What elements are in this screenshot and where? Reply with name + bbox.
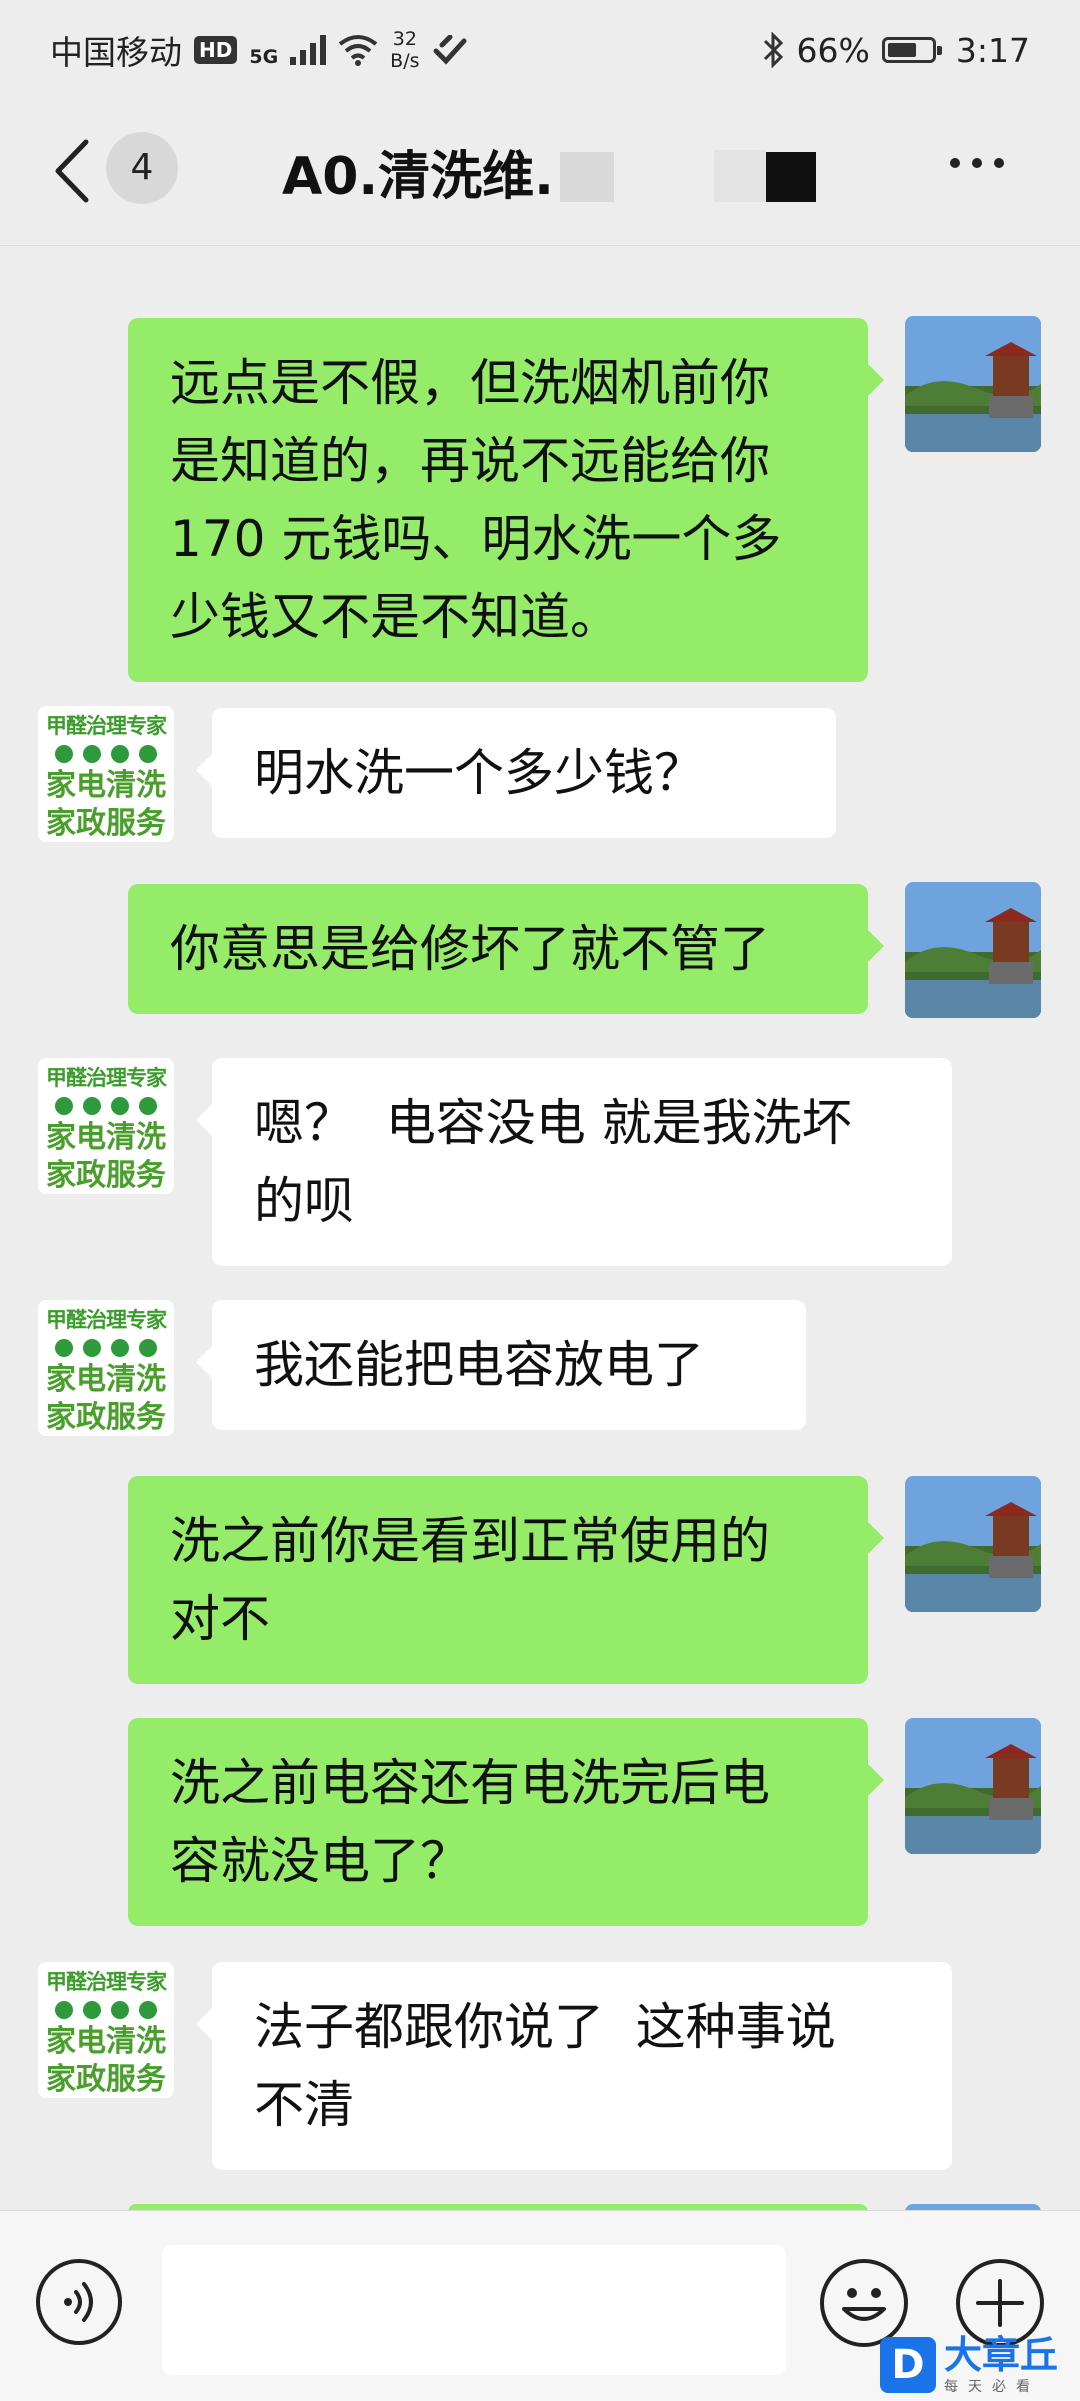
contact-avatar[interactable]: 甲醛治理专家 家电清洗 家政服务 bbox=[38, 1300, 174, 1436]
avatar-text: 家政服务 bbox=[46, 806, 166, 841]
message-bubble-received[interactable]: 法子都跟你说了 这种事说 不清 bbox=[196, 1962, 952, 2170]
watermark-tagline: 每天必看 bbox=[944, 2379, 1040, 2395]
contact-avatar[interactable]: 甲醛治理专家 家电清洗 家政服务 bbox=[38, 1058, 174, 1194]
chat-header: 4 A0.清洗维. bbox=[0, 100, 1080, 246]
voice-input-button[interactable] bbox=[36, 2259, 122, 2345]
avatar-text: 家政服务 bbox=[46, 1158, 166, 1193]
carrier-label: 中国移动 bbox=[50, 33, 182, 72]
pavilion-landscape-icon bbox=[905, 882, 1041, 1018]
message-bubble-received[interactable]: 明水洗一个多少钱？ bbox=[196, 708, 836, 838]
hd-badge: HD bbox=[194, 36, 238, 64]
my-avatar[interactable] bbox=[905, 882, 1041, 1018]
avatar-text: 家电清洗 bbox=[46, 768, 166, 803]
wifi-icon bbox=[338, 35, 378, 66]
watermark-logo: D 大章丘 每天必看 bbox=[880, 2330, 1080, 2400]
message-input[interactable] bbox=[162, 2245, 786, 2375]
battery-percent: 66% bbox=[796, 30, 870, 70]
pavilion-landscape-icon bbox=[905, 1718, 1041, 1854]
network-speed-unit: B/s bbox=[390, 50, 420, 72]
avatar-icons bbox=[55, 2001, 157, 2019]
message-bubble-sent[interactable]: 洗之前你是看到正常使用的 对不 bbox=[128, 1476, 884, 1684]
pavilion-landscape-icon bbox=[905, 316, 1041, 452]
message-bubble-received[interactable]: 我还能把电容放电了 bbox=[196, 1300, 806, 1430]
avatar-text: 甲醛治理专家 bbox=[46, 714, 167, 738]
back-arrow-icon[interactable] bbox=[48, 136, 98, 206]
network-speed-value: 32 bbox=[392, 28, 417, 50]
avatar-text: 家政服务 bbox=[46, 2062, 166, 2097]
message-bubble-received[interactable]: 嗯？ 电容没电 就是我洗坏 的呗 bbox=[196, 1058, 952, 1266]
watermark-name: 大章丘 bbox=[944, 2333, 1059, 2377]
pavilion-landscape-icon bbox=[905, 1476, 1041, 1612]
hands-free-icon bbox=[433, 35, 467, 65]
avatar-icons bbox=[55, 745, 157, 763]
message-bubble-sent[interactable]: 洗之前电容还有电洗完后电 容就没电了？ bbox=[128, 1718, 884, 1926]
my-avatar[interactable] bbox=[905, 316, 1041, 452]
avatar-text: 家电清洗 bbox=[46, 1362, 166, 1397]
my-avatar[interactable] bbox=[905, 1476, 1041, 1612]
avatar-text: 甲醛治理专家 bbox=[46, 1308, 167, 1332]
redaction-block bbox=[614, 160, 714, 202]
my-avatar[interactable] bbox=[905, 1718, 1041, 1854]
avatar-text: 甲醛治理专家 bbox=[46, 1066, 167, 1090]
watermark-icon: D bbox=[880, 2337, 936, 2393]
avatar-text: 甲醛治理专家 bbox=[46, 1970, 167, 1994]
message-bubble-sent[interactable]: 远点是不假，但洗烟机前你 是知道的，再说不远能给你 170 元钱吗、明水洗一个多… bbox=[128, 318, 884, 682]
signal-icon bbox=[290, 35, 327, 65]
network-type: 5G bbox=[249, 46, 279, 68]
redaction-block bbox=[560, 152, 614, 202]
redaction-block bbox=[766, 152, 816, 202]
avatar-text: 家政服务 bbox=[46, 1400, 166, 1435]
message-bubble-sent[interactable]: 你意思是给修坏了就不管了 bbox=[128, 884, 884, 1014]
battery-level bbox=[887, 43, 916, 57]
bluetooth-icon bbox=[763, 32, 783, 68]
avatar-icons bbox=[55, 1097, 157, 1115]
network-speed: 32 B/s bbox=[390, 28, 419, 72]
clock: 3:17 bbox=[955, 30, 1030, 70]
status-bar: 中国移动 HD 5G 32 B/s 66% 3:17 bbox=[0, 0, 1080, 100]
unread-count-badge[interactable]: 4 bbox=[106, 132, 178, 204]
chat-title[interactable]: A0.清洗维. bbox=[282, 134, 554, 209]
more-options-icon[interactable] bbox=[950, 158, 1004, 168]
contact-avatar[interactable]: 甲醛治理专家 家电清洗 家政服务 bbox=[38, 706, 174, 842]
avatar-text: 家电清洗 bbox=[46, 1120, 166, 1155]
avatar-icons bbox=[55, 1339, 157, 1357]
voice-icon bbox=[64, 2282, 93, 2322]
contact-avatar[interactable]: 甲醛治理专家 家电清洗 家政服务 bbox=[38, 1962, 174, 2098]
redaction-block bbox=[714, 150, 766, 202]
battery-icon bbox=[881, 37, 942, 63]
avatar-text: 家电清洗 bbox=[46, 2024, 166, 2059]
